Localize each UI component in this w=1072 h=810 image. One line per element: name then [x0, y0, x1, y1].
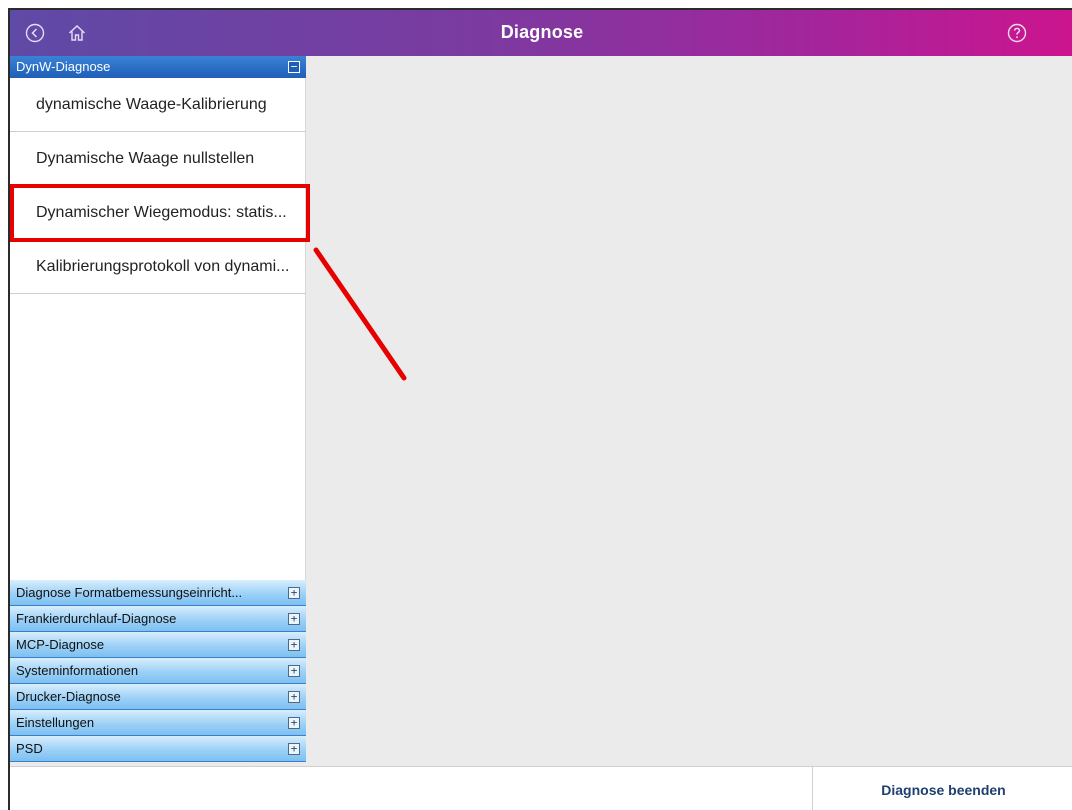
group-header-label: MCP-Diagnose: [16, 637, 105, 652]
group-header-formatbemessung[interactable]: Diagnose Formatbemessungseinricht... +: [10, 580, 306, 606]
list-item-label: Dynamische Waage nullstellen: [36, 149, 255, 167]
group-header-einstellungen[interactable]: Einstellungen +: [10, 710, 306, 736]
collapsed-group-list: Diagnose Formatbemessungseinricht... + F…: [10, 580, 306, 762]
expand-plus-icon[interactable]: +: [288, 665, 300, 677]
window-title: Diagnose: [500, 22, 584, 42]
expand-plus-icon[interactable]: +: [288, 743, 300, 755]
title-bar: Diagnose: [10, 10, 1072, 56]
list-item-wiegemodus-statisch[interactable]: Dynamischer Wiegemodus: statis...: [10, 186, 306, 240]
expand-plus-icon[interactable]: +: [288, 717, 300, 729]
expand-plus-icon[interactable]: +: [288, 587, 300, 599]
help-circle-icon[interactable]: [1006, 22, 1028, 44]
list-item-kalibrierungsprotokoll[interactable]: Kalibrierungsprotokoll von dynami...: [10, 240, 306, 294]
group-header-label: Systeminformationen: [16, 663, 139, 678]
group-header-systeminformationen[interactable]: Systeminformationen +: [10, 658, 306, 684]
group-header-drucker-diagnose[interactable]: Drucker-Diagnose +: [10, 684, 306, 710]
list-item-label: dynamische Waage-Kalibrierung: [36, 95, 267, 113]
diagnose-beenden-button[interactable]: Diagnose beenden: [812, 767, 1072, 810]
list-item-dynamische-waage-kalibrierung[interactable]: dynamische Waage-Kalibrierung: [10, 78, 306, 132]
group-header-label: Frankierdurchlauf-Diagnose: [16, 611, 177, 626]
group-header-label: PSD: [16, 741, 43, 756]
expand-plus-icon[interactable]: +: [288, 691, 300, 703]
list-item-label: Dynamischer Wiegemodus: statis...: [36, 203, 287, 221]
group-header-mcp-diagnose[interactable]: MCP-Diagnose +: [10, 632, 306, 658]
dynw-item-list: dynamische Waage-Kalibrierung Dynamische…: [10, 78, 306, 294]
group-header-label: Einstellungen: [16, 715, 95, 730]
collapse-minus-icon[interactable]: −: [288, 61, 300, 73]
group-header-label: Drucker-Diagnose: [16, 689, 121, 704]
diagnose-sidebar: DynW-Diagnose − dynamische Waage-Kalibri…: [10, 56, 306, 762]
list-item-label: Kalibrierungsprotokoll von dynami...: [36, 257, 290, 275]
group-header-label: DynW-Diagnose: [16, 59, 111, 74]
group-header-frankierdurchlauf[interactable]: Frankierdurchlauf-Diagnose +: [10, 606, 306, 632]
list-item-waage-nullstellen[interactable]: Dynamische Waage nullstellen: [10, 132, 306, 186]
group-header-psd[interactable]: PSD +: [10, 736, 306, 762]
group-header-dynw-diagnose[interactable]: DynW-Diagnose −: [10, 56, 306, 78]
footer-bar: Diagnose beenden: [10, 766, 1072, 810]
app-window: Diagnose DynW-Diagnose − dynamische Waag…: [8, 8, 1072, 810]
group-header-label: Diagnose Formatbemessungseinricht...: [16, 585, 243, 600]
expand-plus-icon[interactable]: +: [288, 613, 300, 625]
expand-plus-icon[interactable]: +: [288, 639, 300, 651]
